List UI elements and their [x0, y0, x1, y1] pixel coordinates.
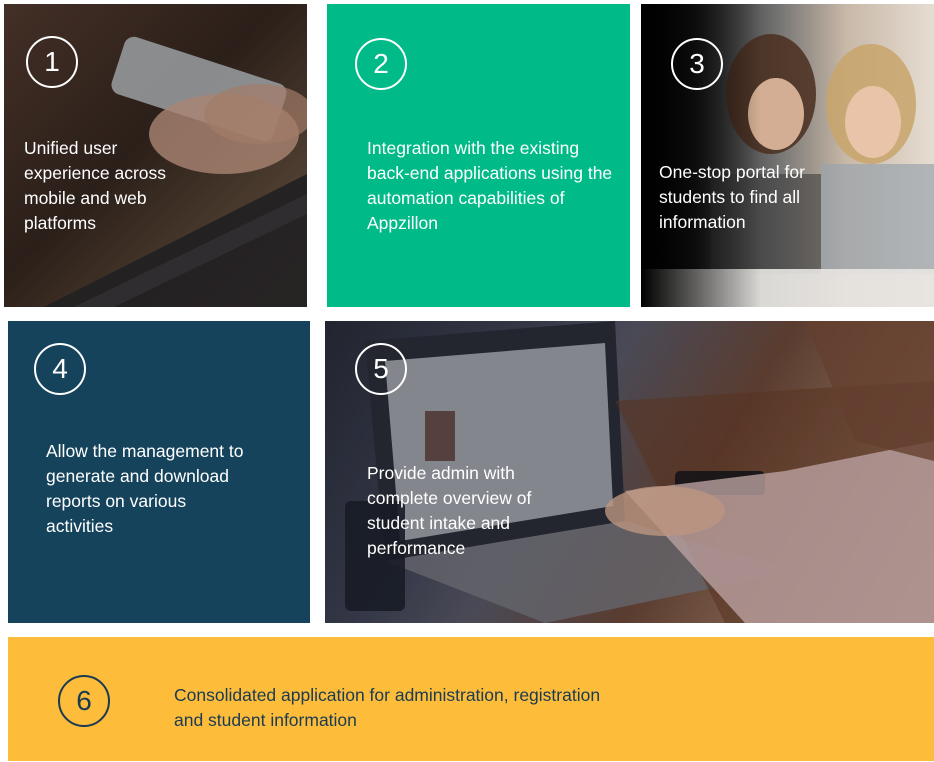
feature-description: Provide admin with complete overview of …	[367, 463, 532, 558]
step-number-badge: 6	[58, 675, 110, 727]
feature-description: Integration with the existing back-end a…	[367, 138, 613, 233]
step-number-badge: 4	[34, 343, 86, 395]
step-number-badge: 2	[355, 38, 407, 90]
feature-tile-1: 1 Unified user experience across mobile …	[4, 4, 307, 307]
feature-tile-5: 5 Provide admin with complete overview o…	[325, 321, 934, 623]
feature-tile-6: 6 Consolidated application for administr…	[8, 637, 934, 761]
step-number-badge: 3	[671, 38, 723, 90]
step-number-badge: 5	[355, 343, 407, 395]
feature-description: Allow the management to generate and dow…	[46, 441, 244, 536]
step-number-badge: 1	[26, 36, 78, 88]
feature-tile-3: 3 One-stop portal for students to find a…	[641, 4, 934, 307]
feature-tile-4: 4 Allow the management to generate and d…	[8, 321, 310, 623]
feature-description: Consolidated application for administrat…	[174, 685, 601, 730]
feature-description: Unified user experience across mobile an…	[24, 138, 167, 233]
feature-description: One-stop portal for students to find all…	[659, 162, 805, 232]
feature-tile-2: 2 Integration with the existing back-end…	[327, 4, 630, 307]
